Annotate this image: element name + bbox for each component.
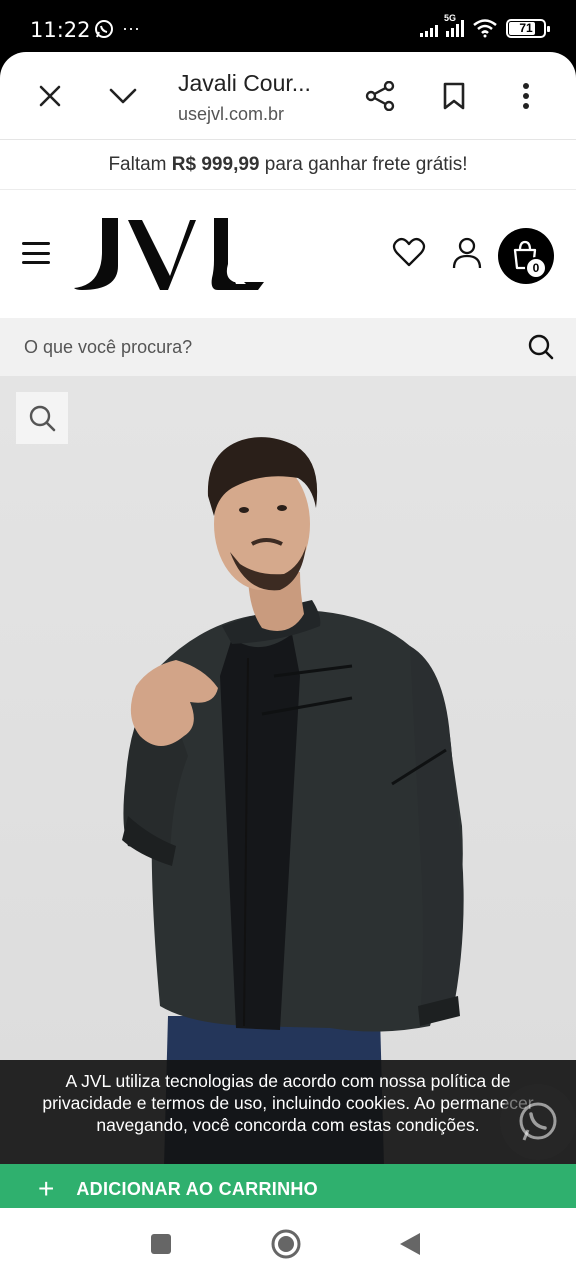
more-options-button[interactable] bbox=[508, 78, 544, 114]
battery-level: 71 bbox=[519, 21, 533, 35]
product-photo bbox=[122, 437, 464, 1166]
cookie-banner[interactable]: A JVL utiliza tecnologias de acordo com … bbox=[0, 1060, 576, 1164]
recents-icon bbox=[151, 1234, 171, 1254]
search-icon[interactable] bbox=[528, 334, 554, 360]
zoom-button[interactable] bbox=[16, 392, 68, 444]
product-image[interactable] bbox=[0, 376, 576, 1166]
shipping-amount: R$ 999,99 bbox=[171, 154, 260, 175]
jvl-logo[interactable] bbox=[72, 216, 268, 292]
search-input[interactable] bbox=[24, 318, 504, 376]
whatsapp-icon bbox=[95, 19, 113, 38]
close-tab-button[interactable] bbox=[32, 78, 68, 114]
chevron-down-icon bbox=[109, 88, 137, 104]
free-shipping-banner: Faltam R$ 999,99 para ganhar frete gráti… bbox=[0, 140, 576, 190]
close-icon bbox=[39, 85, 61, 107]
menu-button[interactable] bbox=[22, 242, 50, 264]
cart-count-badge: 0 bbox=[525, 257, 547, 279]
whatsapp-button[interactable] bbox=[500, 1084, 576, 1160]
add-to-cart-label: ADICIONAR AO CARRINHO bbox=[76, 1178, 318, 1199]
menu-icon bbox=[22, 242, 50, 245]
home-icon bbox=[271, 1229, 301, 1259]
status-time: 11:22 bbox=[30, 18, 91, 42]
zoom-icon bbox=[29, 405, 56, 432]
shopping-bag-icon bbox=[513, 240, 537, 270]
plus-icon: + bbox=[38, 1173, 55, 1204]
recents-button[interactable] bbox=[145, 1228, 177, 1260]
status-bar: 11:22 ··· 5G 71 bbox=[0, 0, 576, 56]
search-bar bbox=[0, 318, 576, 376]
back-button[interactable] bbox=[394, 1228, 426, 1260]
whatsapp-icon bbox=[519, 1102, 557, 1141]
cart-button[interactable] bbox=[498, 228, 554, 284]
bookmark-button[interactable] bbox=[436, 78, 472, 114]
add-to-cart-button[interactable]: + ADICIONAR AO CARRINHO bbox=[0, 1164, 576, 1214]
system-nav-bar bbox=[0, 1208, 576, 1280]
back-icon bbox=[400, 1233, 420, 1255]
more-notifications: ··· bbox=[122, 18, 140, 38]
page-title[interactable]: Javali Cour... bbox=[178, 70, 311, 97]
more-vert-icon bbox=[523, 83, 529, 109]
user-icon[interactable] bbox=[450, 236, 484, 270]
signal-icon bbox=[420, 19, 438, 37]
browser-toolbar: Javali Cour... usejvl.com.br bbox=[0, 52, 576, 140]
battery-indicator: 71 bbox=[506, 18, 550, 38]
network-type: 5G bbox=[444, 13, 457, 23]
heart-icon[interactable] bbox=[392, 236, 426, 270]
share-icon bbox=[365, 81, 395, 111]
site-header: 0 bbox=[0, 190, 576, 318]
minimize-button[interactable] bbox=[105, 78, 141, 114]
bookmark-icon bbox=[443, 82, 465, 110]
wifi-icon bbox=[473, 19, 497, 38]
home-button[interactable] bbox=[270, 1228, 302, 1260]
page-url[interactable]: usejvl.com.br bbox=[178, 104, 284, 125]
share-button[interactable] bbox=[362, 78, 398, 114]
cookie-text: A JVL utiliza tecnologias de acordo com … bbox=[42, 1071, 534, 1135]
